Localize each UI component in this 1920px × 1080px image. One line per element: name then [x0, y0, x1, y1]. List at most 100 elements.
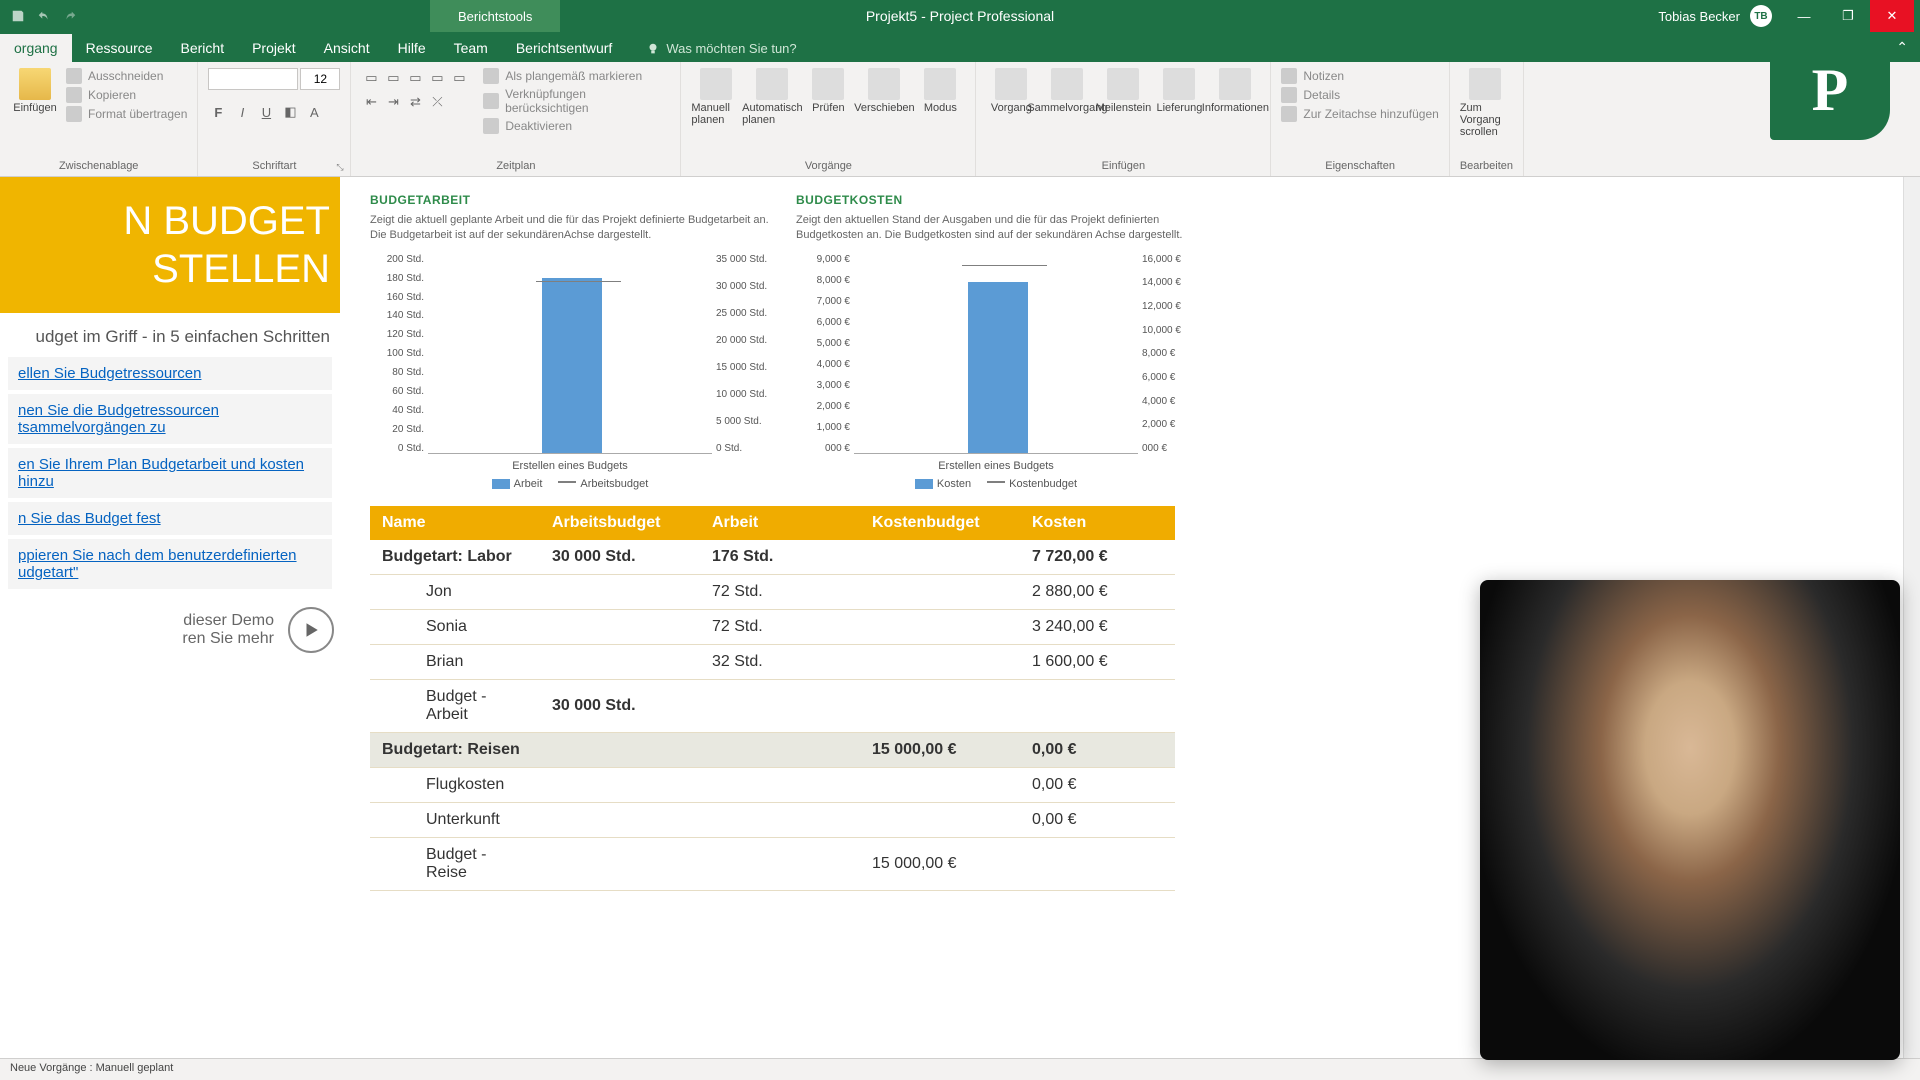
undo-icon[interactable] — [34, 6, 54, 26]
chart-budgetkosten[interactable]: BUDGETKOSTEN Zeigt den aktuellen Stand d… — [796, 193, 1196, 490]
budget-table[interactable]: Name Arbeitsbudget Arbeit Kostenbudget K… — [370, 506, 1175, 891]
table-row[interactable]: Budget - Reise15 000,00 € — [370, 837, 1175, 890]
scroll-to-task-button[interactable]: Zum Vorgang scrollen — [1460, 68, 1510, 158]
tab-projekt[interactable]: Projekt — [238, 34, 310, 62]
cut-button[interactable]: Ausschneiden — [66, 68, 187, 84]
move-button[interactable]: Verschieben — [859, 68, 909, 158]
progress-25-icon[interactable]: ▭ — [383, 68, 403, 88]
axis-left: 200 Std.180 Std.160 Std.140 Std.120 Std.… — [370, 254, 428, 454]
deliverable-button[interactable]: Lieferung — [1154, 68, 1204, 158]
add-to-timeline-button[interactable]: Zur Zeitachse hinzufügen — [1281, 106, 1438, 122]
deactivate-button[interactable]: Deaktivieren — [483, 118, 670, 134]
font-size-input[interactable] — [300, 68, 340, 90]
tell-me-search[interactable]: Was möchten Sie tun? — [646, 41, 796, 62]
help-link[interactable]: en Sie Ihrem Plan Budgetarbeit und koste… — [8, 448, 332, 498]
collapse-ribbon-icon[interactable]: ⌃ — [1896, 39, 1920, 62]
progress-50-icon[interactable]: ▭ — [405, 68, 425, 88]
axis-right: 35 000 Std.30 000 Std.25 000 Std.20 000 … — [712, 254, 770, 454]
details-button[interactable]: Details — [1281, 87, 1438, 103]
play-demo-button[interactable] — [288, 607, 334, 653]
notes-button[interactable]: Notizen — [1281, 68, 1438, 84]
table-row[interactable]: Budgetart: Labor30 000 Std.176 Std.7 720… — [370, 540, 1175, 575]
tab-team[interactable]: Team — [440, 34, 502, 62]
progress-75-icon[interactable]: ▭ — [427, 68, 447, 88]
group-label: Einfügen — [986, 158, 1260, 176]
timeline-icon — [1281, 106, 1297, 122]
mode-button[interactable]: Modus — [915, 68, 965, 158]
table-row[interactable]: Jon72 Std.2 880,00 € — [370, 574, 1175, 609]
save-icon[interactable] — [8, 6, 28, 26]
tab-vorgang[interactable]: organg — [0, 34, 72, 62]
summary-task-button[interactable]: Sammelvorgang — [1042, 68, 1092, 158]
indent-icon[interactable]: ⇥ — [383, 92, 403, 112]
user-avatar[interactable]: TB — [1750, 5, 1772, 27]
ribbon: Einfügen Ausschneiden Kopieren Format üb… — [0, 62, 1920, 177]
table-row[interactable]: Budgetart: Reisen15 000,00 €0,00 € — [370, 732, 1175, 767]
help-link[interactable]: nen Sie die Budgetressourcen tsammelvorg… — [8, 394, 332, 444]
ribbon-tabs: organg Ressource Bericht Projekt Ansicht… — [0, 32, 1920, 62]
unlink-icon[interactable]: ⤫ — [427, 92, 447, 112]
restore-button[interactable]: ❐ — [1826, 0, 1870, 32]
help-link[interactable]: n Sie das Budget fest — [8, 502, 332, 535]
redo-icon[interactable] — [60, 6, 80, 26]
progress-100-icon[interactable]: ▭ — [449, 68, 469, 88]
user-name[interactable]: Tobias Becker — [1658, 9, 1740, 24]
close-button[interactable]: ✕ — [1870, 0, 1914, 32]
table-row[interactable]: Flugkosten0,00 € — [370, 767, 1175, 802]
milestone-button[interactable]: Meilenstein — [1098, 68, 1148, 158]
contextual-tab-label: Berichtstools — [430, 0, 560, 32]
axis-left: 9,000 €8,000 €7,000 €6,000 €5,000 €4,000… — [796, 254, 854, 454]
mark-on-track-button[interactable]: Als plangemäß markieren — [483, 68, 670, 84]
lightbulb-icon — [646, 42, 660, 56]
copy-button[interactable]: Kopieren — [66, 87, 187, 103]
group-properties: Notizen Details Zur Zeitachse hinzufügen… — [1271, 62, 1449, 176]
chart-title: BUDGETARBEIT — [370, 193, 770, 207]
manual-schedule-button[interactable]: Manuell planen — [691, 68, 741, 158]
bold-button[interactable]: F — [208, 102, 228, 122]
chart-budgetarbeit[interactable]: BUDGETARBEIT Zeigt die aktuell geplante … — [370, 193, 770, 490]
outdent-icon[interactable]: ⇤ — [361, 92, 381, 112]
dialog-launcher-icon[interactable]: ⤡ — [336, 162, 348, 174]
table-row[interactable]: Brian32 Std.1 600,00 € — [370, 644, 1175, 679]
paste-icon — [19, 68, 51, 100]
bar-arbeit — [542, 278, 602, 453]
chart-legend: Arbeit Arbeitsbudget — [370, 478, 770, 490]
check-icon — [483, 68, 499, 84]
tab-berichtsentwurf[interactable]: Berichtsentwurf — [502, 34, 626, 62]
format-painter-button[interactable]: Format übertragen — [66, 106, 187, 122]
table-header-row: Name Arbeitsbudget Arbeit Kostenbudget K… — [370, 506, 1175, 540]
link-icon[interactable]: ⇄ — [405, 92, 425, 112]
group-insert: Vorgang Sammelvorgang Meilenstein Liefer… — [976, 62, 1271, 176]
summary-icon — [1051, 68, 1083, 100]
paste-button[interactable]: Einfügen — [10, 68, 60, 158]
font-color-button[interactable]: A — [304, 102, 324, 122]
auto-schedule-button[interactable]: Automatisch planen — [747, 68, 797, 158]
chart-description: Zeigt die aktuell geplante Arbeit und di… — [370, 213, 770, 244]
respect-links-button[interactable]: Verknüpfungen berücksichtigen — [483, 87, 670, 115]
tab-hilfe[interactable]: Hilfe — [384, 34, 440, 62]
italic-button[interactable]: I — [232, 102, 252, 122]
font-name-input[interactable] — [208, 68, 298, 90]
tab-bericht[interactable]: Bericht — [167, 34, 239, 62]
webcam-overlay — [1480, 580, 1900, 1060]
minimize-button[interactable]: — — [1782, 0, 1826, 32]
help-link[interactable]: ppieren Sie nach dem benutzerdefinierten… — [8, 539, 332, 589]
vertical-scrollbar[interactable] — [1903, 177, 1920, 1058]
chart-legend: Kosten Kostenbudget — [796, 478, 1196, 490]
info-icon — [1219, 68, 1251, 100]
information-button[interactable]: Informationen — [1210, 68, 1260, 158]
help-link[interactable]: ellen Sie Budgetressourcen — [8, 357, 332, 390]
table-row[interactable]: Unterkunft0,00 € — [370, 802, 1175, 837]
tab-ansicht[interactable]: Ansicht — [310, 34, 384, 62]
progress-0-icon[interactable]: ▭ — [361, 68, 381, 88]
scroll-icon — [1469, 68, 1501, 100]
fill-color-button[interactable]: ◧ — [280, 102, 300, 122]
chart-xlabel: Erstellen eines Budgets — [796, 460, 1196, 472]
table-row[interactable]: Sonia72 Std.3 240,00 € — [370, 609, 1175, 644]
table-row[interactable]: Budget - Arbeit30 000 Std. — [370, 679, 1175, 732]
inspect-button[interactable]: Prüfen — [803, 68, 853, 158]
status-bar: Neue Vorgänge : Manuell geplant — [0, 1058, 1920, 1080]
play-icon — [302, 621, 320, 639]
tab-ressource[interactable]: Ressource — [72, 34, 167, 62]
underline-button[interactable]: U — [256, 102, 276, 122]
